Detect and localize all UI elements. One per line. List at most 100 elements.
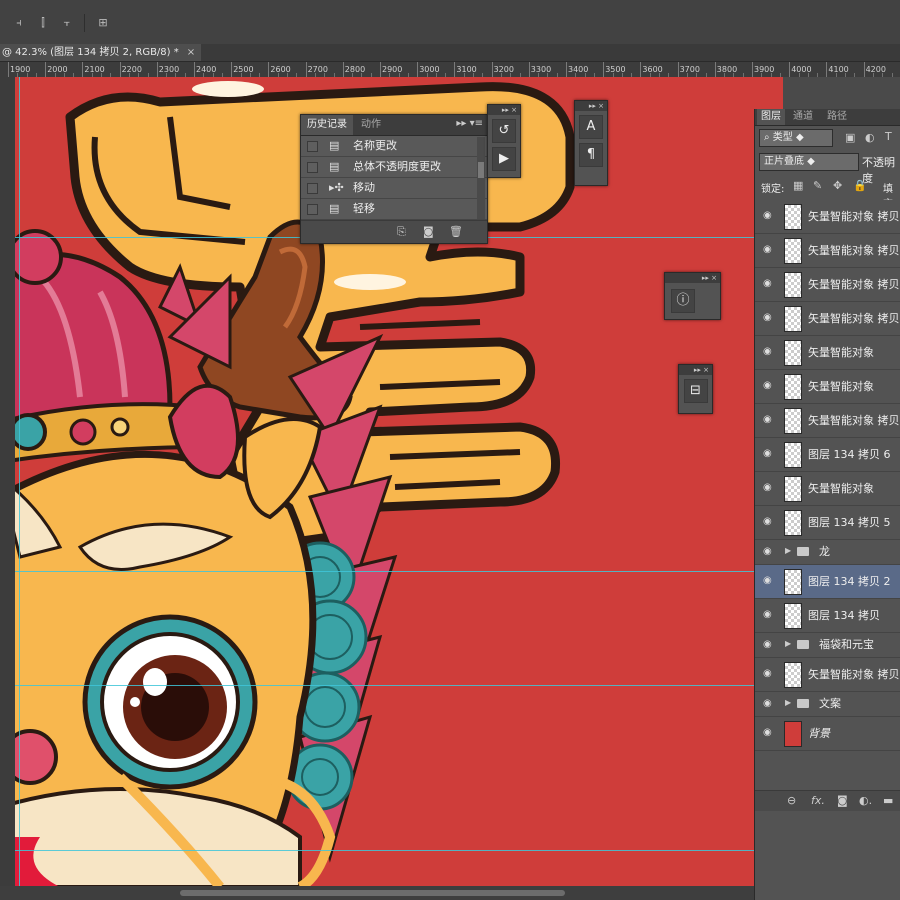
history-item[interactable]: ▤ 名称更改: [301, 136, 487, 157]
snapshot-checkbox[interactable]: [307, 204, 318, 215]
expand-arrow-icon[interactable]: ▶: [785, 546, 791, 555]
layer-row[interactable]: ◉ 矢量智能对象 拷贝: [755, 200, 900, 234]
history-item[interactable]: ▤ 轻移: [301, 199, 487, 220]
eye-icon[interactable]: ◉: [763, 347, 775, 357]
tab-actions[interactable]: 动作: [361, 115, 381, 135]
folder-icon[interactable]: ▬: [883, 794, 893, 807]
history-item[interactable]: ▤ 总体不透明度更改: [301, 157, 487, 178]
eye-icon[interactable]: ◉: [763, 576, 775, 586]
layer-row[interactable]: ◉ 矢量智能对象 拷贝: [755, 234, 900, 268]
close-icon[interactable]: ×: [187, 47, 195, 58]
layer-row[interactable]: ◉ 背景: [755, 717, 900, 751]
info-icon[interactable]: ⓘ: [671, 289, 695, 313]
layer-thumbnail[interactable]: [784, 510, 802, 536]
tab-layers[interactable]: 图层: [757, 109, 785, 125]
eye-icon[interactable]: ◉: [763, 547, 775, 557]
snapshot-checkbox[interactable]: [307, 162, 318, 173]
layer-group-row[interactable]: ◉ ▶ 龙: [755, 540, 900, 565]
type-filter-icon[interactable]: T: [885, 130, 892, 143]
eye-icon[interactable]: ◉: [763, 483, 775, 493]
trash-icon[interactable]: 🗑: [449, 225, 463, 238]
eye-icon[interactable]: ◉: [763, 381, 775, 391]
lock-all-icon[interactable]: 🔒: [853, 179, 867, 192]
align-left-icon[interactable]: ⫞: [12, 16, 26, 30]
new-document-icon[interactable]: ⎘: [397, 225, 406, 239]
eye-icon[interactable]: ◉: [763, 517, 775, 527]
eye-icon[interactable]: ◉: [763, 279, 775, 289]
layer-thumbnail[interactable]: [784, 569, 802, 595]
link-icon[interactable]: ⊖: [787, 794, 796, 807]
snapshot-checkbox[interactable]: [307, 141, 318, 152]
horizontal-scrollbar[interactable]: [0, 886, 783, 900]
panel-menu-icon[interactable]: ▸▸ ▾≡: [456, 118, 483, 129]
layer-row[interactable]: ◉ 矢量智能对象: [755, 472, 900, 506]
layer-row[interactable]: ◉ 图层 134 拷贝 6: [755, 438, 900, 472]
eye-icon[interactable]: ◉: [763, 245, 775, 255]
image-filter-icon[interactable]: ▣: [845, 131, 855, 144]
layer-row[interactable]: ◉ 矢量智能对象: [755, 336, 900, 370]
history-toggle-icon[interactable]: ↺: [492, 119, 516, 143]
camera-icon[interactable]: ◙: [423, 225, 434, 238]
layer-group-row[interactable]: ◉ ▶ 福袋和元宝: [755, 633, 900, 658]
expand-arrow-icon[interactable]: ▶: [785, 698, 791, 707]
lock-move-icon[interactable]: ✥: [833, 179, 842, 192]
lock-transparency-icon[interactable]: ▦: [793, 179, 803, 192]
layer-row[interactable]: ◉ 矢量智能对象 拷贝: [755, 404, 900, 438]
history-scrollbar[interactable]: [477, 137, 485, 219]
scrollbar-thumb[interactable]: [478, 162, 484, 178]
layer-row[interactable]: ◉ 图层 134 拷贝 5: [755, 506, 900, 540]
eye-icon[interactable]: ◉: [763, 728, 775, 738]
layer-thumbnail[interactable]: [784, 204, 802, 230]
layer-thumbnail[interactable]: [784, 476, 802, 502]
layer-thumbnail[interactable]: [784, 662, 802, 688]
layer-row[interactable]: ◉ 矢量智能对象 拷贝: [755, 658, 900, 692]
eye-icon[interactable]: ◉: [763, 415, 775, 425]
tab-paths[interactable]: 路径: [823, 109, 851, 125]
snapshot-checkbox[interactable]: [307, 183, 318, 194]
layer-thumbnail[interactable]: [784, 408, 802, 434]
paragraph-icon[interactable]: ¶: [579, 143, 603, 167]
layer-thumbnail[interactable]: [784, 340, 802, 366]
eye-icon[interactable]: ◉: [763, 211, 775, 221]
layer-row[interactable]: ◉ 图层 134 拷贝: [755, 599, 900, 633]
align-center-icon[interactable]: ⫿: [36, 16, 50, 30]
distribute-icon[interactable]: ⊞: [96, 16, 110, 30]
character-icon[interactable]: A: [579, 115, 603, 139]
mask-icon[interactable]: ◙: [837, 794, 848, 807]
layer-filter-select[interactable]: ⌕ 类型 ◆: [759, 129, 833, 147]
eye-icon[interactable]: ◉: [763, 699, 775, 709]
layer-thumbnail[interactable]: [784, 306, 802, 332]
lock-paint-icon[interactable]: ✎: [813, 179, 822, 192]
horizontal-ruler[interactable]: 1900 2000 2100 2200 2300 2400 2500 2600 2700 2800…: [0, 62, 900, 78]
layer-row[interactable]: ◉ 矢量智能对象 拷贝: [755, 302, 900, 336]
align-right-icon[interactable]: ⫟: [60, 16, 74, 30]
layer-thumbnail[interactable]: [784, 272, 802, 298]
eye-icon[interactable]: ◉: [763, 313, 775, 323]
tab-history[interactable]: 历史记录: [301, 115, 353, 135]
play-icon[interactable]: ▶: [492, 147, 516, 171]
expand-arrow-icon[interactable]: ▶: [785, 639, 791, 648]
blend-mode-select[interactable]: 正片叠底 ◆: [759, 153, 859, 171]
properties-icon[interactable]: ⊟: [683, 379, 708, 403]
layer-group-row[interactable]: ◉ ▶ 文案: [755, 692, 900, 717]
eye-icon[interactable]: ◉: [763, 610, 775, 620]
guide-vertical[interactable]: [19, 77, 20, 900]
layer-thumbnail[interactable]: [784, 603, 802, 629]
layer-thumbnail[interactable]: [784, 721, 802, 747]
layer-thumbnail[interactable]: [784, 442, 802, 468]
layer-thumbnail[interactable]: [784, 374, 802, 400]
eye-icon[interactable]: ◉: [763, 449, 775, 459]
fx-icon[interactable]: fx.: [811, 794, 825, 807]
eye-icon[interactable]: ◉: [763, 640, 775, 650]
tab-channels[interactable]: 通道: [789, 109, 817, 125]
document-tab[interactable]: @ 42.3% (图层 134 拷贝 2, RGB/8) * ×: [0, 44, 202, 61]
vertical-ruler[interactable]: [0, 77, 15, 900]
layer-row[interactable]: ◉ 图层 134 拷贝 2: [755, 565, 900, 599]
layer-row[interactable]: ◉ 矢量智能对象 拷贝: [755, 268, 900, 302]
eye-icon[interactable]: ◉: [763, 669, 775, 679]
adjustment-icon[interactable]: ◐.: [859, 794, 872, 807]
adjustment-filter-icon[interactable]: ◐: [865, 131, 875, 144]
layer-thumbnail[interactable]: [784, 238, 802, 264]
layer-row[interactable]: ◉ 矢量智能对象: [755, 370, 900, 404]
history-item[interactable]: ▸✣ 移动: [301, 178, 487, 199]
